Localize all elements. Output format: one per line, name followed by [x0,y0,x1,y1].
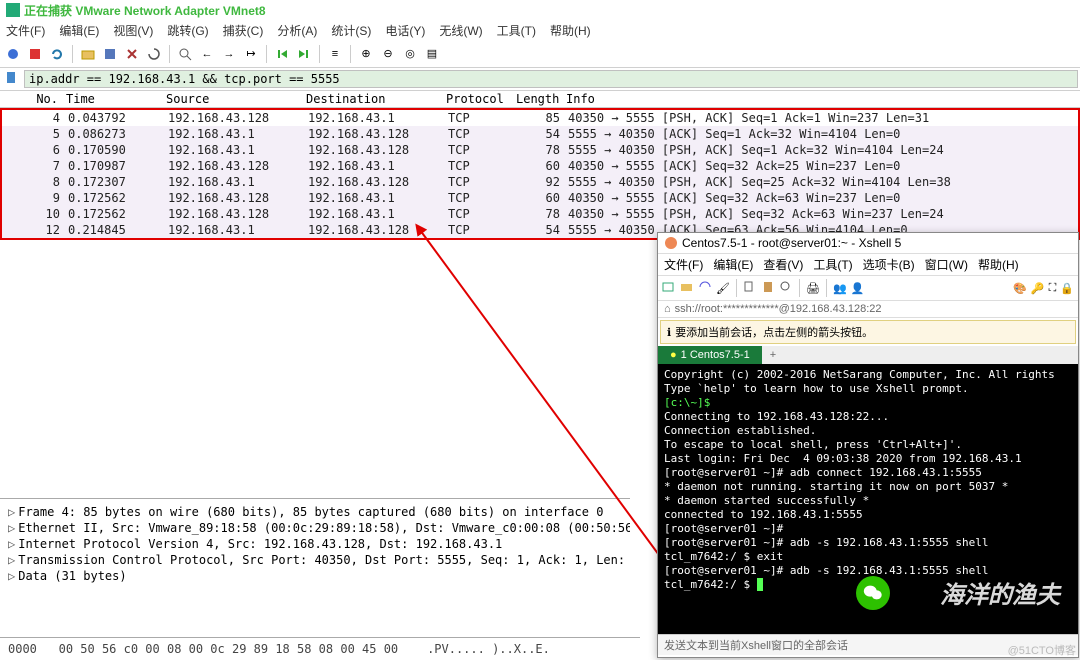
fullscreen-icon[interactable]: ⛶ [1049,282,1057,295]
menu-item[interactable]: 分析(A) [277,24,317,38]
resize-columns-icon[interactable]: ▤ [423,45,441,63]
xshell-hint: ℹ 要添加当前会话，点击左侧的箭头按钮。 [660,320,1076,344]
color-icon[interactable]: 🎨 [1013,282,1027,295]
menu-item[interactable]: 窗口(W) [925,258,968,272]
menu-item[interactable]: 统计(S) [331,24,371,38]
hex-bytes: 00 50 56 c0 00 08 00 0c 29 89 18 58 08 0… [59,642,399,656]
packet-row[interactable]: 100.172562 192.168.43.128192.168.43.1 TC… [2,206,1078,222]
person-icon[interactable]: 👤 [851,282,865,295]
xshell-icon [664,236,678,250]
reconnect-icon[interactable] [698,280,712,297]
paint-icon[interactable]: 🖌 [716,282,730,295]
save-icon[interactable] [101,45,119,63]
packet-row[interactable]: 60.170590 192.168.43.1192.168.43.128 TCP… [2,142,1078,158]
packet-row[interactable]: 50.086273 192.168.43.1192.168.43.128 TCP… [2,126,1078,142]
reload-icon[interactable] [145,45,163,63]
hex-ascii: .PV..... )..X..E. [427,642,550,656]
menu-item[interactable]: 视图(V) [113,24,153,38]
menu-item[interactable]: 编辑(E) [713,258,753,272]
menu-item[interactable]: 选项卡(B) [863,258,915,272]
prev-icon[interactable]: ← [198,45,216,63]
detail-line[interactable]: ▷Internet Protocol Version 4, Src: 192.1… [8,536,622,552]
info-icon: ℹ [667,326,671,339]
menu-item[interactable]: 编辑(E) [59,24,99,38]
packet-row[interactable]: 90.172562 192.168.43.128192.168.43.1 TCP… [2,190,1078,206]
start-capture-icon[interactable] [4,45,22,63]
wechat-icon [856,576,890,610]
menu-item[interactable]: 文件(F) [6,24,45,38]
xshell-title: Centos7.5-1 - root@server01:~ - Xshell 5 [658,233,1078,254]
detail-line[interactable]: ▷Data (31 bytes) [8,568,622,584]
zoom-in-icon[interactable]: ⊕ [357,45,375,63]
xshell-tabs: ●1 Centos7.5-1 + [658,346,1078,364]
autoscroll-icon[interactable]: ≡ [326,45,344,63]
home-icon[interactable]: ⌂ [664,303,671,315]
last-icon[interactable] [295,45,313,63]
xshell-statusbar: 发送文本到当前Xshell窗口的全部会话 [658,634,1078,655]
xshell-tab-active[interactable]: ●1 Centos7.5-1 [658,346,762,364]
toolbar: ← → ↦ ≡ ⊕ ⊖ ◎ ▤ [0,40,1080,68]
xshell-tab-add[interactable]: + [762,346,784,364]
copy-icon[interactable] [743,280,757,297]
find-icon[interactable] [779,280,793,297]
zoom-out-icon[interactable]: ⊖ [379,45,397,63]
packet-row[interactable]: 70.170987 192.168.43.128192.168.43.1 TCP… [2,158,1078,174]
detail-line[interactable]: ▷Frame 4: 85 bytes on wire (680 bits), 8… [8,504,622,520]
close-icon[interactable] [123,45,141,63]
menu-item[interactable]: 无线(W) [439,24,482,38]
hex-pane[interactable]: 0000 00 50 56 c0 00 08 00 0c 29 89 18 58… [0,637,640,660]
goto-icon[interactable]: ↦ [242,45,260,63]
key-icon[interactable]: 🔑 [1031,282,1045,295]
restart-capture-icon[interactable] [48,45,66,63]
new-session-icon[interactable] [662,280,676,297]
xshell-menubar: 文件(F) 编辑(E) 查看(V) 工具(T) 选项卡(B) 窗口(W) 帮助(H) [658,254,1078,276]
hex-offset: 0000 [8,642,37,656]
packet-row[interactable]: 40.043792 192.168.43.128192.168.43.1 TCP… [2,110,1078,126]
menubar: 文件(F) 编辑(E) 视图(V) 跳转(G) 捕获(C) 分析(A) 统计(S) 电话(Y)… [0,20,1080,40]
paste-icon[interactable] [761,280,775,297]
find-icon[interactable] [176,45,194,63]
menu-item[interactable]: 工具(T) [497,24,536,38]
bookmark-icon[interactable] [4,70,22,88]
zoom-reset-icon[interactable]: ◎ [401,45,419,63]
filter-bar [0,68,1080,91]
people-icon[interactable]: 👥 [833,282,847,295]
window-title: 正在捕获 VMware Network Adapter VMnet8 [0,0,1080,20]
menu-item[interactable]: 帮助(H) [550,24,591,38]
detail-line[interactable]: ▷Ethernet II, Src: Vmware_89:18:58 (00:0… [8,520,622,536]
wireshark-icon [6,3,20,17]
print-icon[interactable]: 🖨 [806,282,820,295]
stop-capture-icon[interactable] [26,45,44,63]
menu-item[interactable]: 文件(F) [664,258,703,272]
menu-item[interactable]: 电话(Y) [385,24,425,38]
packet-details-pane[interactable]: ▷Frame 4: 85 bytes on wire (680 bits), 8… [0,498,630,628]
xshell-addressbar[interactable]: ⌂ ssh://root:*************@192.168.43.12… [658,301,1078,318]
detail-line[interactable]: ▷Transmission Control Protocol, Src Port… [8,552,622,568]
menu-item[interactable]: 查看(V) [763,258,803,272]
display-filter-input[interactable] [24,70,1078,88]
first-icon[interactable] [273,45,291,63]
menu-item[interactable]: 跳转(G) [167,24,208,38]
packet-rows[interactable]: 40.043792 192.168.43.128192.168.43.1 TCP… [0,108,1080,240]
next-icon[interactable]: → [220,45,238,63]
menu-item[interactable]: 帮助(H) [978,258,1019,272]
packet-row[interactable]: 80.172307 192.168.43.1192.168.43.128 TCP… [2,174,1078,190]
xshell-toolbar: 🖌 🖨 👥 👤 🎨 🔑 ⛶ 🔒 [658,276,1078,301]
open-icon[interactable] [79,45,97,63]
menu-item[interactable]: 捕获(C) [223,24,264,38]
open-session-icon[interactable] [680,280,694,297]
lock-icon[interactable]: 🔒 [1060,282,1074,295]
packet-list-pane: No. Time Source Destination Protocol Len… [0,91,1080,240]
menu-item[interactable]: 工具(T) [813,258,852,272]
packet-header: No. Time Source Destination Protocol Len… [0,91,1080,108]
